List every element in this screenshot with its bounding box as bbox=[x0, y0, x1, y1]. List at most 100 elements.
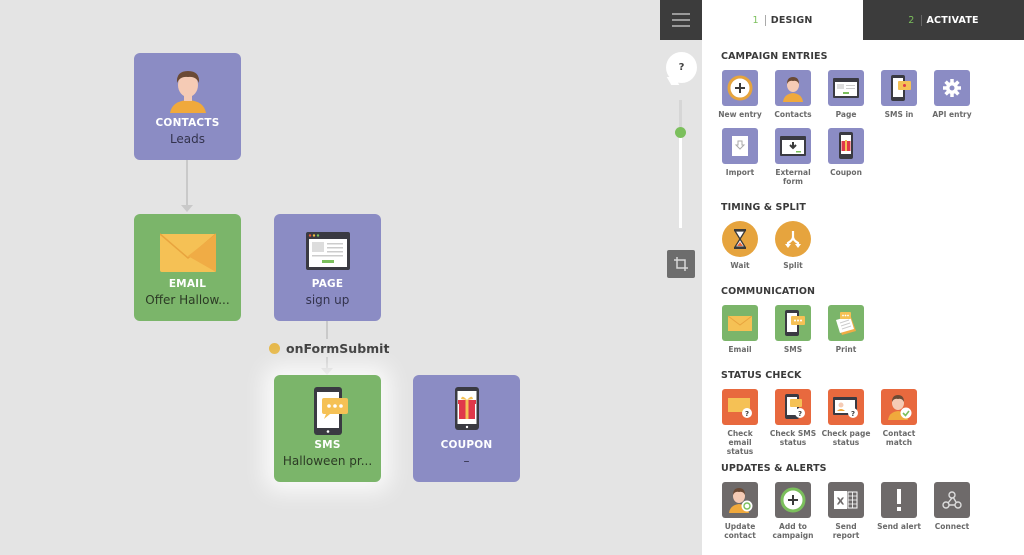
tool-email[interactable]: Email bbox=[715, 305, 765, 354]
webpage-icon bbox=[833, 78, 859, 98]
envelope-icon bbox=[727, 315, 753, 331]
phone-question-icon: ? bbox=[785, 394, 805, 419]
node-contacts[interactable]: CONTACTS Leads bbox=[134, 53, 241, 160]
tool-label: Send report bbox=[832, 522, 860, 540]
tool-contact-match[interactable]: Contact match bbox=[874, 389, 924, 447]
tool-label: Coupon bbox=[830, 168, 862, 177]
tool-check-sms-status[interactable]: ? Check SMS status bbox=[768, 389, 818, 447]
tool-icon-box bbox=[722, 221, 758, 257]
tool-icon-box bbox=[881, 482, 917, 518]
person-icon bbox=[169, 71, 206, 113]
tool-icon-box bbox=[775, 70, 811, 106]
event-dot bbox=[269, 342, 280, 354]
arrow-page-sms bbox=[321, 368, 333, 375]
tool-page[interactable]: Page bbox=[821, 70, 871, 119]
plus-circle-icon bbox=[780, 487, 806, 513]
page-question-icon: ? bbox=[833, 397, 858, 418]
arrow-contacts-email bbox=[181, 205, 193, 212]
event-label-onformsubmit[interactable]: onFormSubmit bbox=[266, 339, 396, 357]
tab-label: ACTIVATE bbox=[926, 14, 979, 26]
svg-text:?: ? bbox=[851, 410, 855, 418]
tool-label: SMS bbox=[783, 345, 803, 354]
tool-external-form[interactable]: External form bbox=[768, 128, 818, 186]
help-button[interactable]: ? bbox=[666, 52, 697, 83]
tool-update-contact[interactable]: Update contact bbox=[715, 482, 765, 540]
tab-design[interactable]: 1 DESIGN bbox=[702, 0, 863, 40]
tool-label: API entry bbox=[932, 110, 972, 119]
tool-icon-box: X bbox=[828, 482, 864, 518]
tool-sms[interactable]: SMS bbox=[768, 305, 818, 354]
node-sms[interactable]: SMS Halloween pr... bbox=[274, 375, 381, 482]
tool-contacts[interactable]: Contacts bbox=[768, 70, 818, 119]
tab-label: DESIGN bbox=[770, 14, 813, 26]
node-email[interactable]: EMAIL Offer Hallow... bbox=[134, 214, 241, 321]
node-page[interactable]: PAGE sign up bbox=[274, 214, 381, 321]
phone-gift-icon bbox=[454, 387, 479, 430]
tool-send-alert[interactable]: Send alert bbox=[874, 482, 924, 531]
section-title-campaign-entries: CAMPAIGN ENTRIES bbox=[721, 51, 828, 62]
tool-add-to-campaign[interactable]: Add to campaign bbox=[768, 482, 818, 540]
split-arrows-icon bbox=[785, 231, 801, 248]
tool-new-entry[interactable]: New entry bbox=[715, 70, 765, 119]
tool-label: New entry bbox=[718, 110, 762, 119]
node-subtitle: Halloween pr... bbox=[282, 454, 373, 468]
tool-label: Wait bbox=[730, 261, 750, 270]
excel-icon: X bbox=[834, 491, 858, 509]
tool-icon-box bbox=[722, 128, 758, 164]
webpage-icon bbox=[305, 232, 350, 270]
node-subtitle: Leads bbox=[169, 132, 206, 146]
exclamation-icon bbox=[897, 489, 901, 511]
tool-import[interactable]: Import bbox=[715, 128, 765, 177]
tool-check-page-status[interactable]: ? Check page status bbox=[821, 389, 871, 447]
section-title-timing-split: TIMING & SPLIT bbox=[721, 202, 806, 213]
crop-icon bbox=[674, 257, 688, 271]
person-check-icon bbox=[888, 395, 912, 420]
section-title-status-check: STATUS CHECK bbox=[721, 370, 802, 381]
tool-label: Page bbox=[835, 110, 857, 119]
tool-send-report[interactable]: X Send report bbox=[821, 482, 871, 540]
person-icon bbox=[783, 77, 803, 102]
menu-line bbox=[672, 19, 690, 21]
tool-icon-box bbox=[934, 482, 970, 518]
tool-label: Split bbox=[783, 261, 803, 270]
tab-activate[interactable]: 2 ACTIVATE bbox=[863, 0, 1024, 40]
phone-chat-icon bbox=[313, 387, 348, 435]
tool-label: Send alert bbox=[877, 522, 921, 531]
hamburger-menu-button[interactable] bbox=[660, 0, 702, 40]
node-subtitle: Offer Hallow... bbox=[145, 293, 230, 307]
gear-icon bbox=[943, 79, 961, 97]
tool-icon-box: ? bbox=[775, 389, 811, 425]
tool-label: Update contact bbox=[724, 522, 756, 540]
tool-print[interactable]: Print bbox=[821, 305, 871, 354]
tool-split[interactable]: Split bbox=[768, 221, 818, 270]
tool-icon-box bbox=[775, 305, 811, 341]
tool-connect[interactable]: Connect bbox=[927, 482, 977, 531]
tab-number: 1 bbox=[753, 14, 766, 26]
tool-icon-box bbox=[828, 305, 864, 341]
tool-check-email-status[interactable]: ? Check email status bbox=[715, 389, 765, 456]
tool-coupon[interactable]: Coupon bbox=[821, 128, 871, 177]
toolbox-panel: 1 DESIGN 2 ACTIVATE CAMPAIGN ENTRIES New… bbox=[702, 0, 1024, 555]
connector-contacts-email bbox=[186, 160, 188, 208]
phone-chat-icon bbox=[785, 310, 805, 336]
zoom-slider-thumb[interactable] bbox=[675, 126, 686, 138]
tool-wait[interactable]: Wait bbox=[715, 221, 765, 270]
tool-icon-box bbox=[775, 221, 811, 257]
menu-line bbox=[672, 25, 690, 27]
node-title: CONTACTS bbox=[155, 117, 220, 129]
tool-icon-box: ? bbox=[722, 389, 758, 425]
campaign-canvas[interactable]: onFormSubmit CONTACTS Leads EMAIL Offer … bbox=[0, 0, 660, 555]
tool-icon-box bbox=[722, 305, 758, 341]
section-title-communication: COMMUNICATION bbox=[721, 286, 816, 297]
node-coupon[interactable]: COUPON – bbox=[413, 375, 520, 482]
tool-sms-in[interactable]: SMS in bbox=[874, 70, 924, 119]
download-window-icon bbox=[780, 136, 806, 156]
section-title-updates-alerts: UPDATES & ALERTS bbox=[721, 463, 827, 474]
tool-label: SMS in bbox=[884, 110, 914, 119]
fit-to-screen-button[interactable] bbox=[667, 250, 695, 278]
tool-api-entry[interactable]: API entry bbox=[927, 70, 977, 119]
tool-icon-box: ? bbox=[828, 389, 864, 425]
step-tabs: 1 DESIGN 2 ACTIVATE bbox=[702, 0, 1024, 40]
tool-label: Contact match bbox=[882, 429, 916, 447]
node-title: SMS bbox=[314, 439, 341, 451]
